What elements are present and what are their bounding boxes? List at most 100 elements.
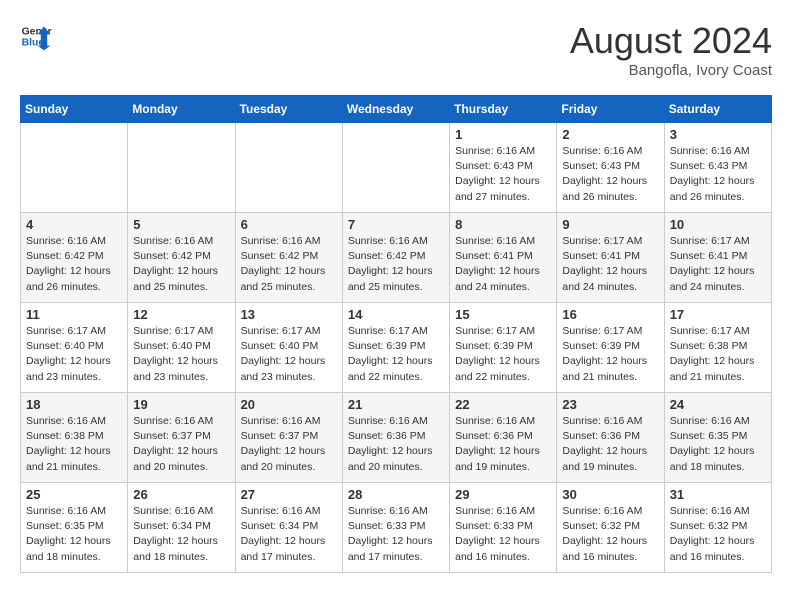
calendar-cell: 8Sunrise: 6:16 AMSunset: 6:41 PMDaylight…: [450, 213, 557, 303]
day-number: 28: [348, 487, 444, 502]
day-number: 10: [670, 217, 766, 232]
day-number: 26: [133, 487, 229, 502]
day-info: Sunrise: 6:16 AMSunset: 6:33 PMDaylight:…: [455, 504, 551, 565]
calendar-cell: [342, 123, 449, 213]
day-number: 29: [455, 487, 551, 502]
day-info: Sunrise: 6:17 AMSunset: 6:39 PMDaylight:…: [348, 324, 444, 385]
calendar-cell: 17 Sunrise: 6:17 AMSunset: 6:38 PMDayligh…: [664, 303, 771, 393]
day-info: Sunrise: 6:16 AMSunset: 6:38 PMDaylight:…: [26, 414, 122, 475]
calendar-cell: 30 Sunrise: 6:16 AMSunset: 6:32 PMDayligh…: [557, 483, 664, 573]
calendar-cell: 2 Sunrise: 6:16 AMSunset: 6:43 PMDaylight…: [557, 123, 664, 213]
day-number: 21: [348, 397, 444, 412]
day-info: Sunrise: 6:16 AMSunset: 6:43 PMDaylight:…: [562, 144, 658, 205]
calendar-cell: 28 Sunrise: 6:16 AMSunset: 6:33 PMDayligh…: [342, 483, 449, 573]
calendar-cell: 26 Sunrise: 6:16 AMSunset: 6:34 PMDayligh…: [128, 483, 235, 573]
calendar-cell: 1 Sunrise: 6:16 AMSunset: 6:43 PMDaylight…: [450, 123, 557, 213]
calendar-cell: 20 Sunrise: 6:16 AMSunset: 6:37 PMDayligh…: [235, 393, 342, 483]
day-info: Sunrise: 6:17 AMSunset: 6:40 PMDaylight:…: [241, 324, 337, 385]
day-number: 2: [562, 127, 658, 142]
day-of-week-header: Saturday: [664, 96, 771, 123]
calendar-cell: 5 Sunrise: 6:16 AMSunset: 6:42 PMDaylight…: [128, 213, 235, 303]
day-of-week-header: Tuesday: [235, 96, 342, 123]
day-number: 12: [133, 307, 229, 322]
day-info: Sunrise: 6:16 AMSunset: 6:42 PMDaylight:…: [26, 234, 122, 295]
day-number: 30: [562, 487, 658, 502]
day-info: Sunrise: 6:16 AMSunset: 6:33 PMDaylight:…: [348, 504, 444, 565]
calendar-week-row: 25 Sunrise: 6:16 AMSunset: 6:35 PMDayligh…: [21, 483, 772, 573]
day-number: 27: [241, 487, 337, 502]
day-number: 5: [133, 217, 229, 232]
day-info: Sunrise: 6:16 AMSunset: 6:35 PMDaylight:…: [26, 504, 122, 565]
day-info: Sunrise: 6:17 AMSunset: 6:40 PMDaylight:…: [26, 324, 122, 385]
day-info: Sunrise: 6:17 AMSunset: 6:40 PMDaylight:…: [133, 324, 229, 385]
calendar-cell: 11 Sunrise: 6:17 AMSunset: 6:40 PMDayligh…: [21, 303, 128, 393]
day-info: Sunrise: 6:16 AMSunset: 6:43 PMDaylight:…: [455, 144, 551, 205]
day-of-week-header: Thursday: [450, 96, 557, 123]
calendar-header-row: SundayMondayTuesdayWednesdayThursdayFrid…: [21, 96, 772, 123]
day-of-week-header: Monday: [128, 96, 235, 123]
day-info: Sunrise: 6:17 AMSunset: 6:38 PMDaylight:…: [670, 324, 766, 385]
day-info: Sunrise: 6:16 AMSunset: 6:41 PMDaylight:…: [455, 234, 551, 295]
day-info: Sunrise: 6:16 AMSunset: 6:36 PMDaylight:…: [562, 414, 658, 475]
calendar-cell: [235, 123, 342, 213]
day-info: Sunrise: 6:16 AMSunset: 6:35 PMDaylight:…: [670, 414, 766, 475]
day-number: 22: [455, 397, 551, 412]
logo-icon: General Blue: [20, 20, 52, 52]
day-number: 6: [241, 217, 337, 232]
day-number: 9: [562, 217, 658, 232]
day-number: 25: [26, 487, 122, 502]
calendar-week-row: 18 Sunrise: 6:16 AMSunset: 6:38 PMDayligh…: [21, 393, 772, 483]
day-number: 1: [455, 127, 551, 142]
day-info: Sunrise: 6:16 AMSunset: 6:37 PMDaylight:…: [133, 414, 229, 475]
day-info: Sunrise: 6:16 AMSunset: 6:34 PMDaylight:…: [133, 504, 229, 565]
calendar-cell: 27 Sunrise: 6:16 AMSunset: 6:34 PMDayligh…: [235, 483, 342, 573]
day-info: Sunrise: 6:16 AMSunset: 6:34 PMDaylight:…: [241, 504, 337, 565]
day-info: Sunrise: 6:17 AMSunset: 6:41 PMDaylight:…: [670, 234, 766, 295]
calendar-cell: 22Sunrise: 6:16 AMSunset: 6:36 PMDayligh…: [450, 393, 557, 483]
calendar-cell: [128, 123, 235, 213]
day-number: 23: [562, 397, 658, 412]
day-of-week-header: Wednesday: [342, 96, 449, 123]
day-number: 24: [670, 397, 766, 412]
calendar-cell: 10 Sunrise: 6:17 AMSunset: 6:41 PMDayligh…: [664, 213, 771, 303]
day-number: 15: [455, 307, 551, 322]
day-info: Sunrise: 6:16 AMSunset: 6:37 PMDaylight:…: [241, 414, 337, 475]
calendar-cell: 14 Sunrise: 6:17 AMSunset: 6:39 PMDayligh…: [342, 303, 449, 393]
day-number: 14: [348, 307, 444, 322]
calendar-cell: 12 Sunrise: 6:17 AMSunset: 6:40 PMDayligh…: [128, 303, 235, 393]
calendar-cell: 6 Sunrise: 6:16 AMSunset: 6:42 PMDaylight…: [235, 213, 342, 303]
day-number: 13: [241, 307, 337, 322]
month-year-title: August 2024: [570, 20, 772, 62]
location-subtitle: Bangofla, Ivory Coast: [570, 62, 772, 79]
day-info: Sunrise: 6:16 AMSunset: 6:42 PMDaylight:…: [241, 234, 337, 295]
calendar-cell: 16 Sunrise: 6:17 AMSunset: 6:39 PMDayligh…: [557, 303, 664, 393]
calendar-cell: 31Sunrise: 6:16 AMSunset: 6:32 PMDayligh…: [664, 483, 771, 573]
day-number: 18: [26, 397, 122, 412]
day-number: 11: [26, 307, 122, 322]
calendar-cell: 24 Sunrise: 6:16 AMSunset: 6:35 PMDayligh…: [664, 393, 771, 483]
title-block: August 2024 Bangofla, Ivory Coast: [570, 20, 772, 79]
day-number: 16: [562, 307, 658, 322]
calendar-cell: 19Sunrise: 6:16 AMSunset: 6:37 PMDayligh…: [128, 393, 235, 483]
page-header: General Blue August 2024 Bangofla, Ivory…: [20, 20, 772, 79]
calendar-cell: 9Sunrise: 6:17 AMSunset: 6:41 PMDaylight…: [557, 213, 664, 303]
day-number: 31: [670, 487, 766, 502]
calendar-cell: 29 Sunrise: 6:16 AMSunset: 6:33 PMDayligh…: [450, 483, 557, 573]
calendar-cell: 18 Sunrise: 6:16 AMSunset: 6:38 PMDayligh…: [21, 393, 128, 483]
day-number: 4: [26, 217, 122, 232]
day-number: 7: [348, 217, 444, 232]
calendar-cell: 4 Sunrise: 6:16 AMSunset: 6:42 PMDaylight…: [21, 213, 128, 303]
day-info: Sunrise: 6:16 AMSunset: 6:43 PMDaylight:…: [670, 144, 766, 205]
day-number: 17: [670, 307, 766, 322]
calendar-cell: 21 Sunrise: 6:16 AMSunset: 6:36 PMDayligh…: [342, 393, 449, 483]
day-info: Sunrise: 6:16 AMSunset: 6:36 PMDaylight:…: [348, 414, 444, 475]
calendar-week-row: 1 Sunrise: 6:16 AMSunset: 6:43 PMDaylight…: [21, 123, 772, 213]
day-number: 20: [241, 397, 337, 412]
calendar-cell: 15Sunrise: 6:17 AMSunset: 6:39 PMDayligh…: [450, 303, 557, 393]
calendar-week-row: 4 Sunrise: 6:16 AMSunset: 6:42 PMDaylight…: [21, 213, 772, 303]
day-info: Sunrise: 6:16 AMSunset: 6:42 PMDaylight:…: [133, 234, 229, 295]
day-info: Sunrise: 6:16 AMSunset: 6:32 PMDaylight:…: [562, 504, 658, 565]
calendar-week-row: 11 Sunrise: 6:17 AMSunset: 6:40 PMDayligh…: [21, 303, 772, 393]
calendar-cell: 7Sunrise: 6:16 AMSunset: 6:42 PMDaylight…: [342, 213, 449, 303]
day-info: Sunrise: 6:17 AMSunset: 6:39 PMDaylight:…: [562, 324, 658, 385]
